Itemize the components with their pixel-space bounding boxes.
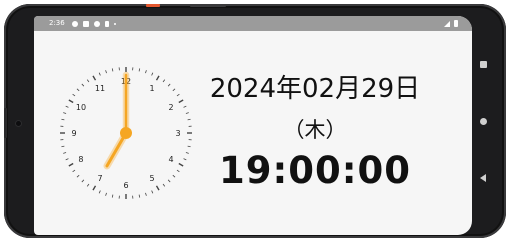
- clock-tick: [187, 145, 191, 148]
- clock-number: 9: [71, 129, 76, 138]
- clock-tick: [81, 179, 85, 183]
- clock-tick: [111, 194, 114, 198]
- home-button[interactable]: [476, 114, 490, 128]
- status-bar: 2:36: [34, 16, 472, 31]
- clock-tick: [155, 185, 160, 191]
- square-icon: [479, 60, 487, 68]
- clock-tick: [92, 75, 97, 81]
- clock-tick: [86, 183, 90, 187]
- clock-tick: [162, 183, 166, 187]
- clock-tick: [172, 174, 176, 178]
- clock-number: 7: [97, 174, 102, 183]
- bolt-icon: [105, 20, 109, 27]
- front-camera: [16, 121, 21, 126]
- clock-number: 10: [76, 103, 86, 112]
- clock-tick: [65, 105, 69, 108]
- clock-tick: [138, 194, 141, 198]
- status-right: [444, 16, 458, 31]
- back-button[interactable]: [476, 171, 490, 185]
- clock-number: 8: [78, 155, 83, 164]
- circle-icon: [479, 117, 487, 125]
- screen: 2:36 121234567891011 2024年02月29日 （木） 19:…: [34, 16, 472, 235]
- dot-icon: [114, 22, 116, 25]
- status-time: 2:36: [49, 19, 65, 27]
- recents-button[interactable]: [476, 57, 490, 71]
- clock-number: 6: [123, 181, 128, 190]
- clock-tick: [155, 75, 160, 81]
- clock-tick: [105, 192, 107, 196]
- clock-tick: [76, 88, 80, 92]
- analog-clock: 121234567891011: [60, 67, 192, 199]
- digital-time: 19:00:00: [218, 149, 412, 192]
- clock-tick: [86, 79, 90, 83]
- shield-icon: [94, 20, 100, 27]
- battery-icon: [454, 20, 458, 27]
- clock-tick: [68, 162, 74, 167]
- back-triangle-icon: [480, 174, 486, 182]
- signal-icon: [444, 20, 450, 27]
- clock-tick: [92, 185, 97, 191]
- clock-number: 1: [149, 84, 154, 93]
- clock-tick: [72, 169, 76, 173]
- clock-tick: [68, 99, 74, 104]
- top-button: [190, 4, 226, 7]
- clock-number: 4: [168, 155, 173, 164]
- clock-number: 3: [175, 129, 180, 138]
- clock-tick: [178, 162, 184, 167]
- clock-tick: [63, 152, 67, 154]
- clock-tick: [98, 72, 101, 76]
- clock-center: [120, 127, 132, 139]
- clock-tick: [138, 68, 141, 72]
- clock-tick: [76, 174, 80, 178]
- clock-tick: [151, 190, 154, 194]
- clock-tick: [61, 145, 65, 148]
- clock-tick: [167, 179, 171, 183]
- clock-tick: [98, 190, 101, 194]
- clock-number: 2: [168, 103, 173, 112]
- clock-tick: [176, 169, 180, 173]
- power-button-accent: [146, 4, 160, 7]
- date-text: 2024年02月29日: [209, 74, 421, 104]
- clock-tick: [145, 70, 147, 74]
- weekday-text: （木）: [283, 118, 347, 142]
- clock-tick: [72, 93, 76, 97]
- clock-tick: [61, 118, 65, 121]
- clock-tick: [111, 68, 114, 72]
- clock-tick: [172, 88, 176, 92]
- clock-tick: [162, 79, 166, 83]
- clock-hands: [103, 71, 132, 170]
- clock-tick: [176, 93, 180, 97]
- clock-tick: [167, 83, 171, 87]
- gear-icon: [72, 20, 78, 27]
- clock-number: 11: [95, 84, 105, 93]
- phone-frame: 2:36 121234567891011 2024年02月29日 （木） 19:…: [4, 4, 506, 238]
- clock-tick: [178, 99, 184, 104]
- clock-tick: [151, 72, 154, 76]
- clock-tick: [145, 192, 147, 196]
- clock-tick: [183, 105, 187, 108]
- clock-tick: [65, 158, 69, 161]
- clipboard-icon: [83, 20, 89, 27]
- clock-tick: [63, 112, 67, 114]
- clock-tick: [105, 70, 107, 74]
- side-button: [4, 108, 7, 138]
- status-icons: [72, 16, 116, 31]
- clock-number: 5: [149, 174, 154, 183]
- clock-tick: [81, 83, 85, 87]
